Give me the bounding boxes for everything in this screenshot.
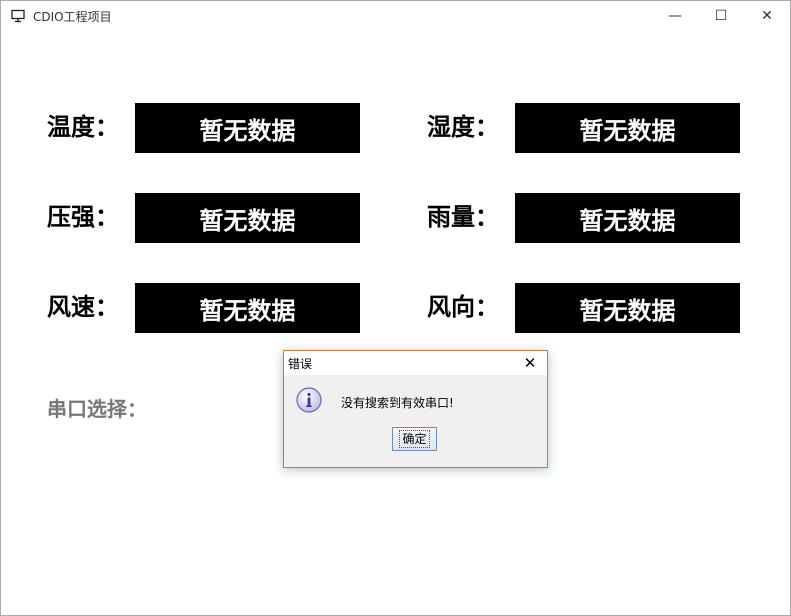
window-title: CDIO工程项目 (33, 10, 112, 24)
info-icon (296, 387, 322, 413)
close-icon: ✕ (761, 8, 773, 24)
dialog-close-button[interactable]: ✕ (520, 353, 540, 373)
wind-direction-value: 暂无数据 (515, 283, 740, 333)
dialog-title-bar[interactable]: 错误 ✕ (284, 351, 547, 375)
monitor-icon (11, 9, 25, 23)
minimize-icon: — (668, 8, 682, 24)
main-window: CDIO工程项目 — ☐ ✕ 温度： 暂无数据 湿度： 暂无数据 压强： 暂无数… (0, 0, 791, 616)
wind-speed-value: 暂无数据 (135, 283, 360, 333)
temperature-value: 暂无数据 (135, 103, 360, 153)
minimize-button[interactable]: — (652, 1, 698, 31)
humidity-value: 暂无数据 (515, 103, 740, 153)
title-bar[interactable]: CDIO工程项目 — ☐ ✕ (1, 1, 790, 31)
wind-direction-label: 风向： (427, 293, 499, 321)
ok-button[interactable]: 确定 (392, 427, 437, 451)
humidity-label: 湿度： (427, 113, 499, 141)
close-button[interactable]: ✕ (744, 1, 790, 31)
wind-speed-label: 风速： (47, 293, 119, 321)
close-icon: ✕ (523, 354, 537, 372)
maximize-icon: ☐ (714, 8, 728, 24)
dialog-message: 没有搜索到有效串口! (341, 396, 454, 410)
rainfall-value: 暂无数据 (515, 193, 740, 243)
maximize-button[interactable]: ☐ (698, 1, 744, 31)
pressure-label: 压强： (47, 203, 119, 231)
ok-button-label: 确定 (399, 430, 430, 448)
rainfall-label: 雨量： (427, 203, 499, 231)
error-dialog: 错误 ✕ 没有搜索到有效串口! 确定 (283, 350, 548, 468)
dialog-title: 错误 (288, 357, 313, 371)
pressure-value: 暂无数据 (135, 193, 360, 243)
serial-port-label: 串口选择： (47, 397, 147, 421)
temperature-label: 温度： (47, 113, 119, 141)
